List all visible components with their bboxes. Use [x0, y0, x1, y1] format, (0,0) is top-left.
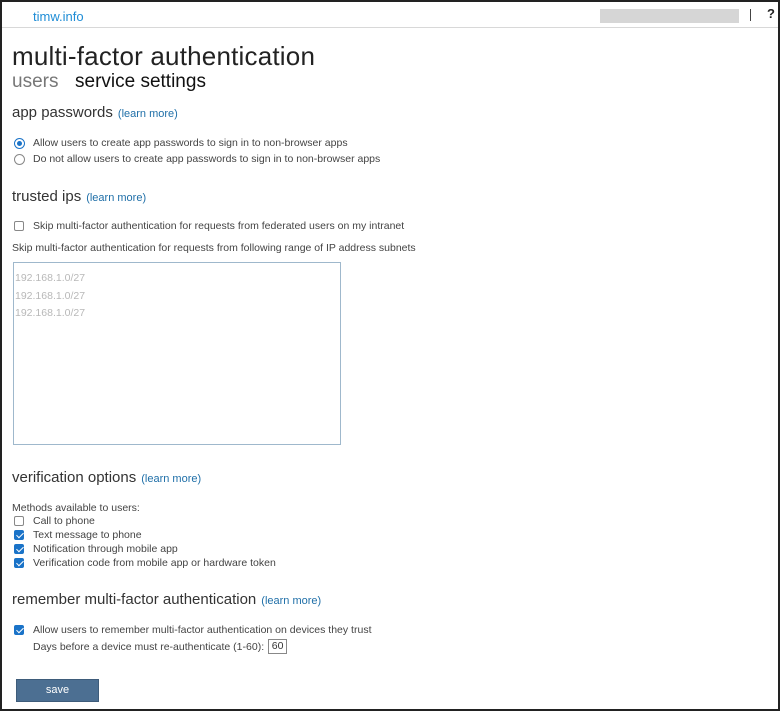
method-mobile-notification[interactable]: Notification through mobile app	[14, 543, 178, 555]
section-title: remember multi-factor authentication	[12, 591, 257, 608]
days-input[interactable]: 60	[268, 639, 288, 654]
placeholder-line: 192.168.1.0/27	[15, 289, 86, 302]
checkbox-label: Verification code from mobile app or har…	[33, 557, 276, 569]
tab-service-settings[interactable]: service settings	[75, 71, 206, 93]
app-passwords-heading: app passwords (learn more)	[12, 104, 178, 121]
days-setting: Days before a device must re-authenticat…	[33, 639, 288, 654]
account-name-redacted[interactable]	[600, 9, 739, 23]
remember-mfa-checkbox[interactable]	[14, 625, 24, 635]
radio-label: Do not allow users to create app passwor…	[33, 153, 381, 165]
trusted-ips-heading: trusted ips (learn more)	[12, 188, 146, 205]
learn-more-link[interactable]: (learn more)	[141, 473, 201, 485]
app-passwords-allow-option[interactable]: Allow users to create app passwords to s…	[14, 137, 348, 149]
ip-subnets-textarea[interactable]: 192.168.1.0/27 192.168.1.0/27 192.168.1.…	[13, 262, 341, 445]
section-title: app passwords	[12, 104, 113, 121]
learn-more-link[interactable]: (learn more)	[86, 192, 146, 204]
remember-mfa-heading: remember multi-factor authentication (lea…	[12, 591, 321, 608]
tab-users[interactable]: users	[12, 71, 58, 93]
placeholder-line: 192.168.1.0/27	[15, 307, 86, 319]
deny-app-passwords-radio[interactable]	[14, 153, 25, 165]
help-icon[interactable]: ?	[767, 6, 775, 21]
subnets-label: Skip multi-factor authentication for req…	[12, 242, 416, 254]
learn-more-link[interactable]: (learn more)	[261, 595, 321, 607]
checkbox-label: Skip multi-factor authentication for req…	[33, 220, 405, 232]
method-verification-code[interactable]: Verification code from mobile app or har…	[14, 557, 276, 569]
checkbox-label: Allow users to remember multi-factor aut…	[33, 624, 372, 636]
skip-federated-checkbox[interactable]	[14, 221, 24, 231]
method-text-message[interactable]: Text message to phone	[14, 529, 142, 541]
mobile-notification-checkbox[interactable]	[14, 544, 24, 554]
methods-label: Methods available to users:	[12, 502, 140, 514]
top-bar: timw.info ?	[2, 2, 778, 28]
save-button[interactable]: save	[16, 679, 99, 702]
header-separator	[750, 9, 751, 21]
app-passwords-deny-option[interactable]: Do not allow users to create app passwor…	[14, 153, 380, 165]
verification-code-checkbox[interactable]	[14, 558, 24, 568]
text-message-checkbox[interactable]	[14, 530, 24, 540]
page-title: multi-factor authentication	[12, 41, 316, 71]
allow-app-passwords-radio[interactable]	[14, 137, 25, 149]
checkbox-label: Call to phone	[33, 515, 95, 527]
radio-label: Allow users to create app passwords to s…	[33, 137, 348, 149]
placeholder-line: 192.168.1.0/27	[15, 272, 86, 284]
section-title: trusted ips	[12, 188, 82, 205]
call-to-phone-checkbox[interactable]	[14, 516, 24, 526]
days-label: Days before a device must re-authenticat…	[33, 640, 265, 653]
checkbox-label: Notification through mobile app	[33, 543, 178, 555]
section-title: verification options	[12, 469, 137, 486]
remember-mfa-option[interactable]: Allow users to remember multi-factor aut…	[14, 624, 371, 636]
skip-federated-option[interactable]: Skip multi-factor authentication for req…	[14, 220, 404, 232]
verification-options-heading: verification options (learn more)	[12, 469, 201, 486]
brand-link[interactable]: timw.info	[33, 9, 84, 24]
checkbox-label: Text message to phone	[33, 529, 142, 541]
learn-more-link[interactable]: (learn more)	[118, 108, 178, 120]
method-call-to-phone[interactable]: Call to phone	[14, 515, 95, 527]
